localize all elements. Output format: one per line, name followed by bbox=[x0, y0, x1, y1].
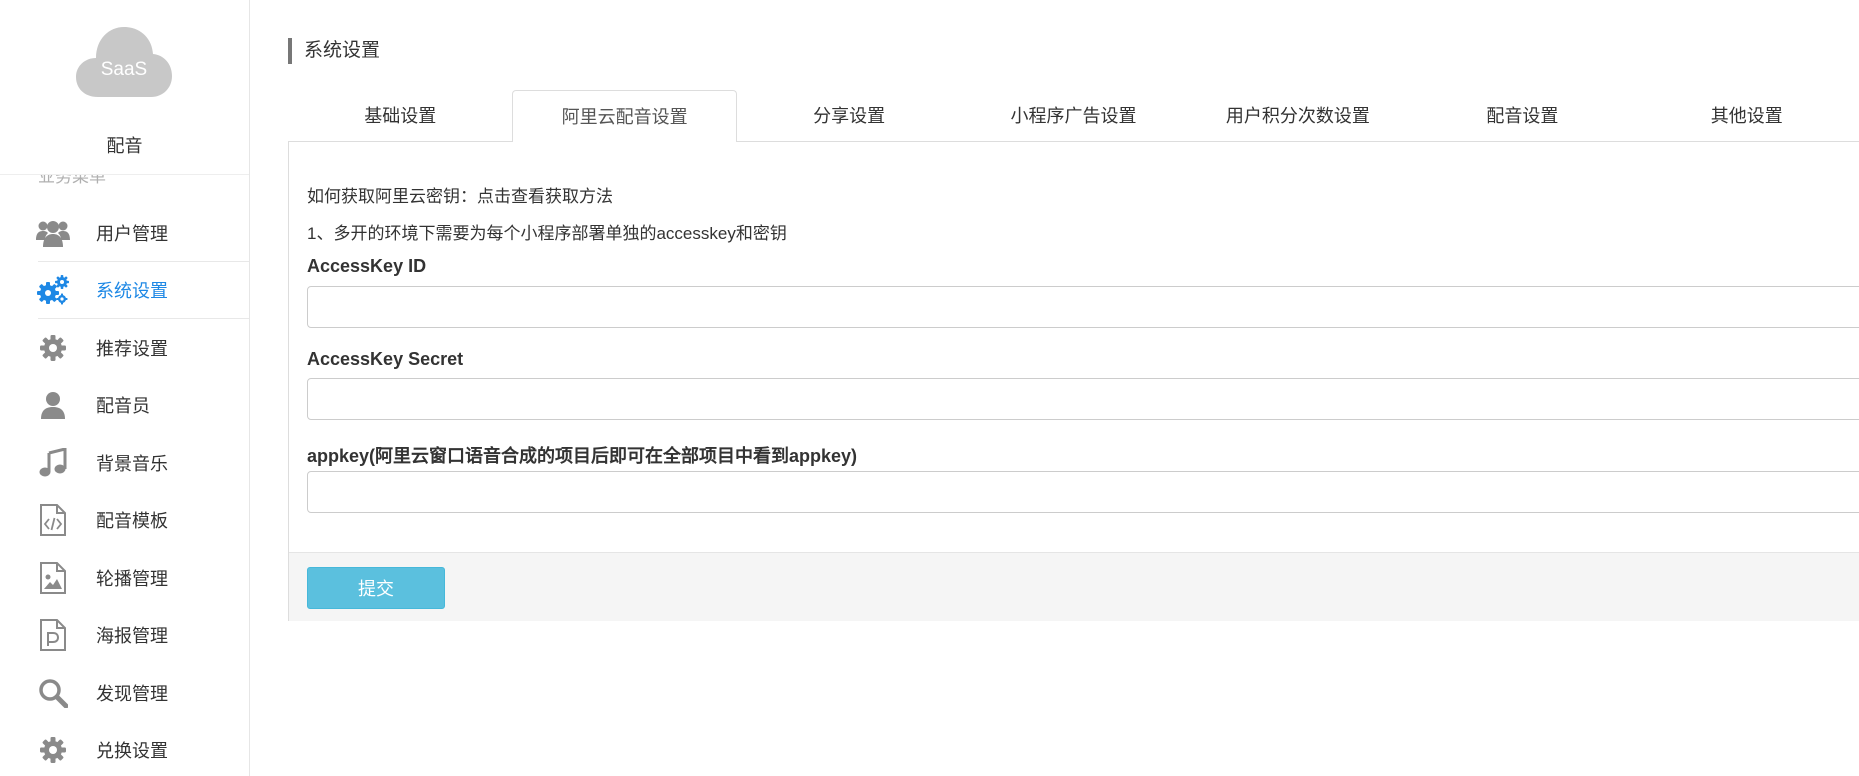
gear-icon bbox=[36, 332, 70, 364]
sidebar-item-label: 系统设置 bbox=[96, 281, 168, 302]
accesskey-id-label: AccessKey ID bbox=[307, 256, 427, 276]
sidebar-item-label: 兑换设置 bbox=[96, 741, 168, 762]
sidebar-item-voice-actor[interactable]: 配音员 bbox=[0, 377, 249, 435]
tab-aliyun-dubbing-settings[interactable]: 阿里云配音设置 bbox=[512, 90, 737, 143]
appkey-input[interactable] bbox=[307, 471, 1859, 513]
settings-tabs: 基础设置 阿里云配音设置 分享设置 小程序广告设置 用户积分次数设置 配音设置 … bbox=[288, 90, 1859, 143]
poster-file-icon bbox=[36, 619, 70, 652]
sidebar-item-label: 海报管理 bbox=[96, 626, 168, 647]
search-icon bbox=[36, 677, 70, 709]
gears-icon bbox=[36, 274, 70, 306]
accesskey-secret-label: AccessKey Secret bbox=[307, 349, 464, 369]
help-link-text[interactable]: 如何获取阿里云密钥：点击查看获取方法 bbox=[307, 182, 613, 207]
tab-dubbing-settings[interactable]: 配音设置 bbox=[1410, 90, 1634, 142]
gear-icon bbox=[36, 734, 70, 766]
sidebar-item-system-settings[interactable]: 系统设置 bbox=[0, 262, 249, 320]
logo-text: SaaS bbox=[100, 59, 148, 80]
tab-basic-settings[interactable]: 基础设置 bbox=[288, 90, 512, 142]
brand-name: 配音 bbox=[106, 136, 143, 156]
sidebar-item-label: 用户管理 bbox=[96, 223, 168, 244]
appkey-label: appkey(阿里云窗口语音合成的项目后即可在全部项目中看到appkey) bbox=[307, 446, 858, 466]
sidebar-item-carousel[interactable]: 轮播管理 bbox=[0, 549, 249, 607]
code-file-icon bbox=[36, 504, 70, 537]
sidebar-item-user-management[interactable]: 用户管理 bbox=[0, 204, 249, 262]
tab-other-settings[interactable]: 其他设置 bbox=[1635, 90, 1859, 142]
sidebar-item-label: 配音模板 bbox=[96, 511, 168, 532]
sidebar-item-discover[interactable]: 发现管理 bbox=[0, 664, 249, 722]
form-footer: 提交 bbox=[289, 552, 1859, 621]
main-content: 系统设置 基础设置 阿里云配音设置 分享设置 小程序广告设置 用户积分次数设置 … bbox=[250, 0, 1859, 776]
sidebar-menu: 用户管理 系统设置 推荐设置 配音员 背景音乐 配音模板 轮播管理 海报管理 发… bbox=[0, 204, 249, 776]
accesskey-id-input[interactable] bbox=[307, 286, 1859, 328]
sidebar-item-label: 推荐设置 bbox=[96, 338, 168, 359]
page: SaaS 配音 业务菜单 用户管理 系统设置 推荐设置 配音员 背景音乐 配音模… bbox=[0, 0, 1859, 776]
sidebar-item-background-music[interactable]: 背景音乐 bbox=[0, 434, 249, 492]
sidebar-item-label: 发现管理 bbox=[96, 683, 168, 704]
sidebar-item-label: 背景音乐 bbox=[96, 453, 168, 474]
page-title: 系统设置 bbox=[288, 38, 380, 64]
sidebar-item-label: 配音员 bbox=[96, 396, 150, 417]
sidebar-item-dubbing-template[interactable]: 配音模板 bbox=[0, 492, 249, 550]
cloud-logo-icon: SaaS bbox=[76, 25, 172, 100]
sidebar-item-poster[interactable]: 海报管理 bbox=[0, 607, 249, 665]
tab-user-points-settings[interactable]: 用户积分次数设置 bbox=[1186, 90, 1410, 142]
sidebar-item-recommend-settings[interactable]: 推荐设置 bbox=[0, 319, 249, 377]
image-file-icon bbox=[36, 561, 70, 594]
help-note: 1、多开的环境下需要为每个小程序部署单独的accesskey和密钥 bbox=[307, 224, 787, 243]
accesskey-secret-input[interactable] bbox=[307, 378, 1859, 420]
sidebar-item-label: 轮播管理 bbox=[96, 568, 168, 589]
users-icon bbox=[36, 217, 70, 249]
sidebar-item-exchange-settings[interactable]: 兑换设置 bbox=[0, 722, 249, 776]
user-icon bbox=[36, 389, 70, 421]
music-note-icon bbox=[36, 447, 70, 479]
tab-share-settings[interactable]: 分享设置 bbox=[737, 90, 961, 142]
tab-miniprogram-ad-settings[interactable]: 小程序广告设置 bbox=[961, 90, 1185, 142]
submit-button[interactable]: 提交 bbox=[307, 567, 445, 609]
brand-header: SaaS 配音 bbox=[0, 0, 249, 175]
sidebar: SaaS 配音 业务菜单 用户管理 系统设置 推荐设置 配音员 背景音乐 配音模… bbox=[0, 0, 250, 776]
aliyun-settings-panel: 如何获取阿里云密钥：点击查看获取方法 1、多开的环境下需要为每个小程序部署单独的… bbox=[288, 142, 1859, 621]
